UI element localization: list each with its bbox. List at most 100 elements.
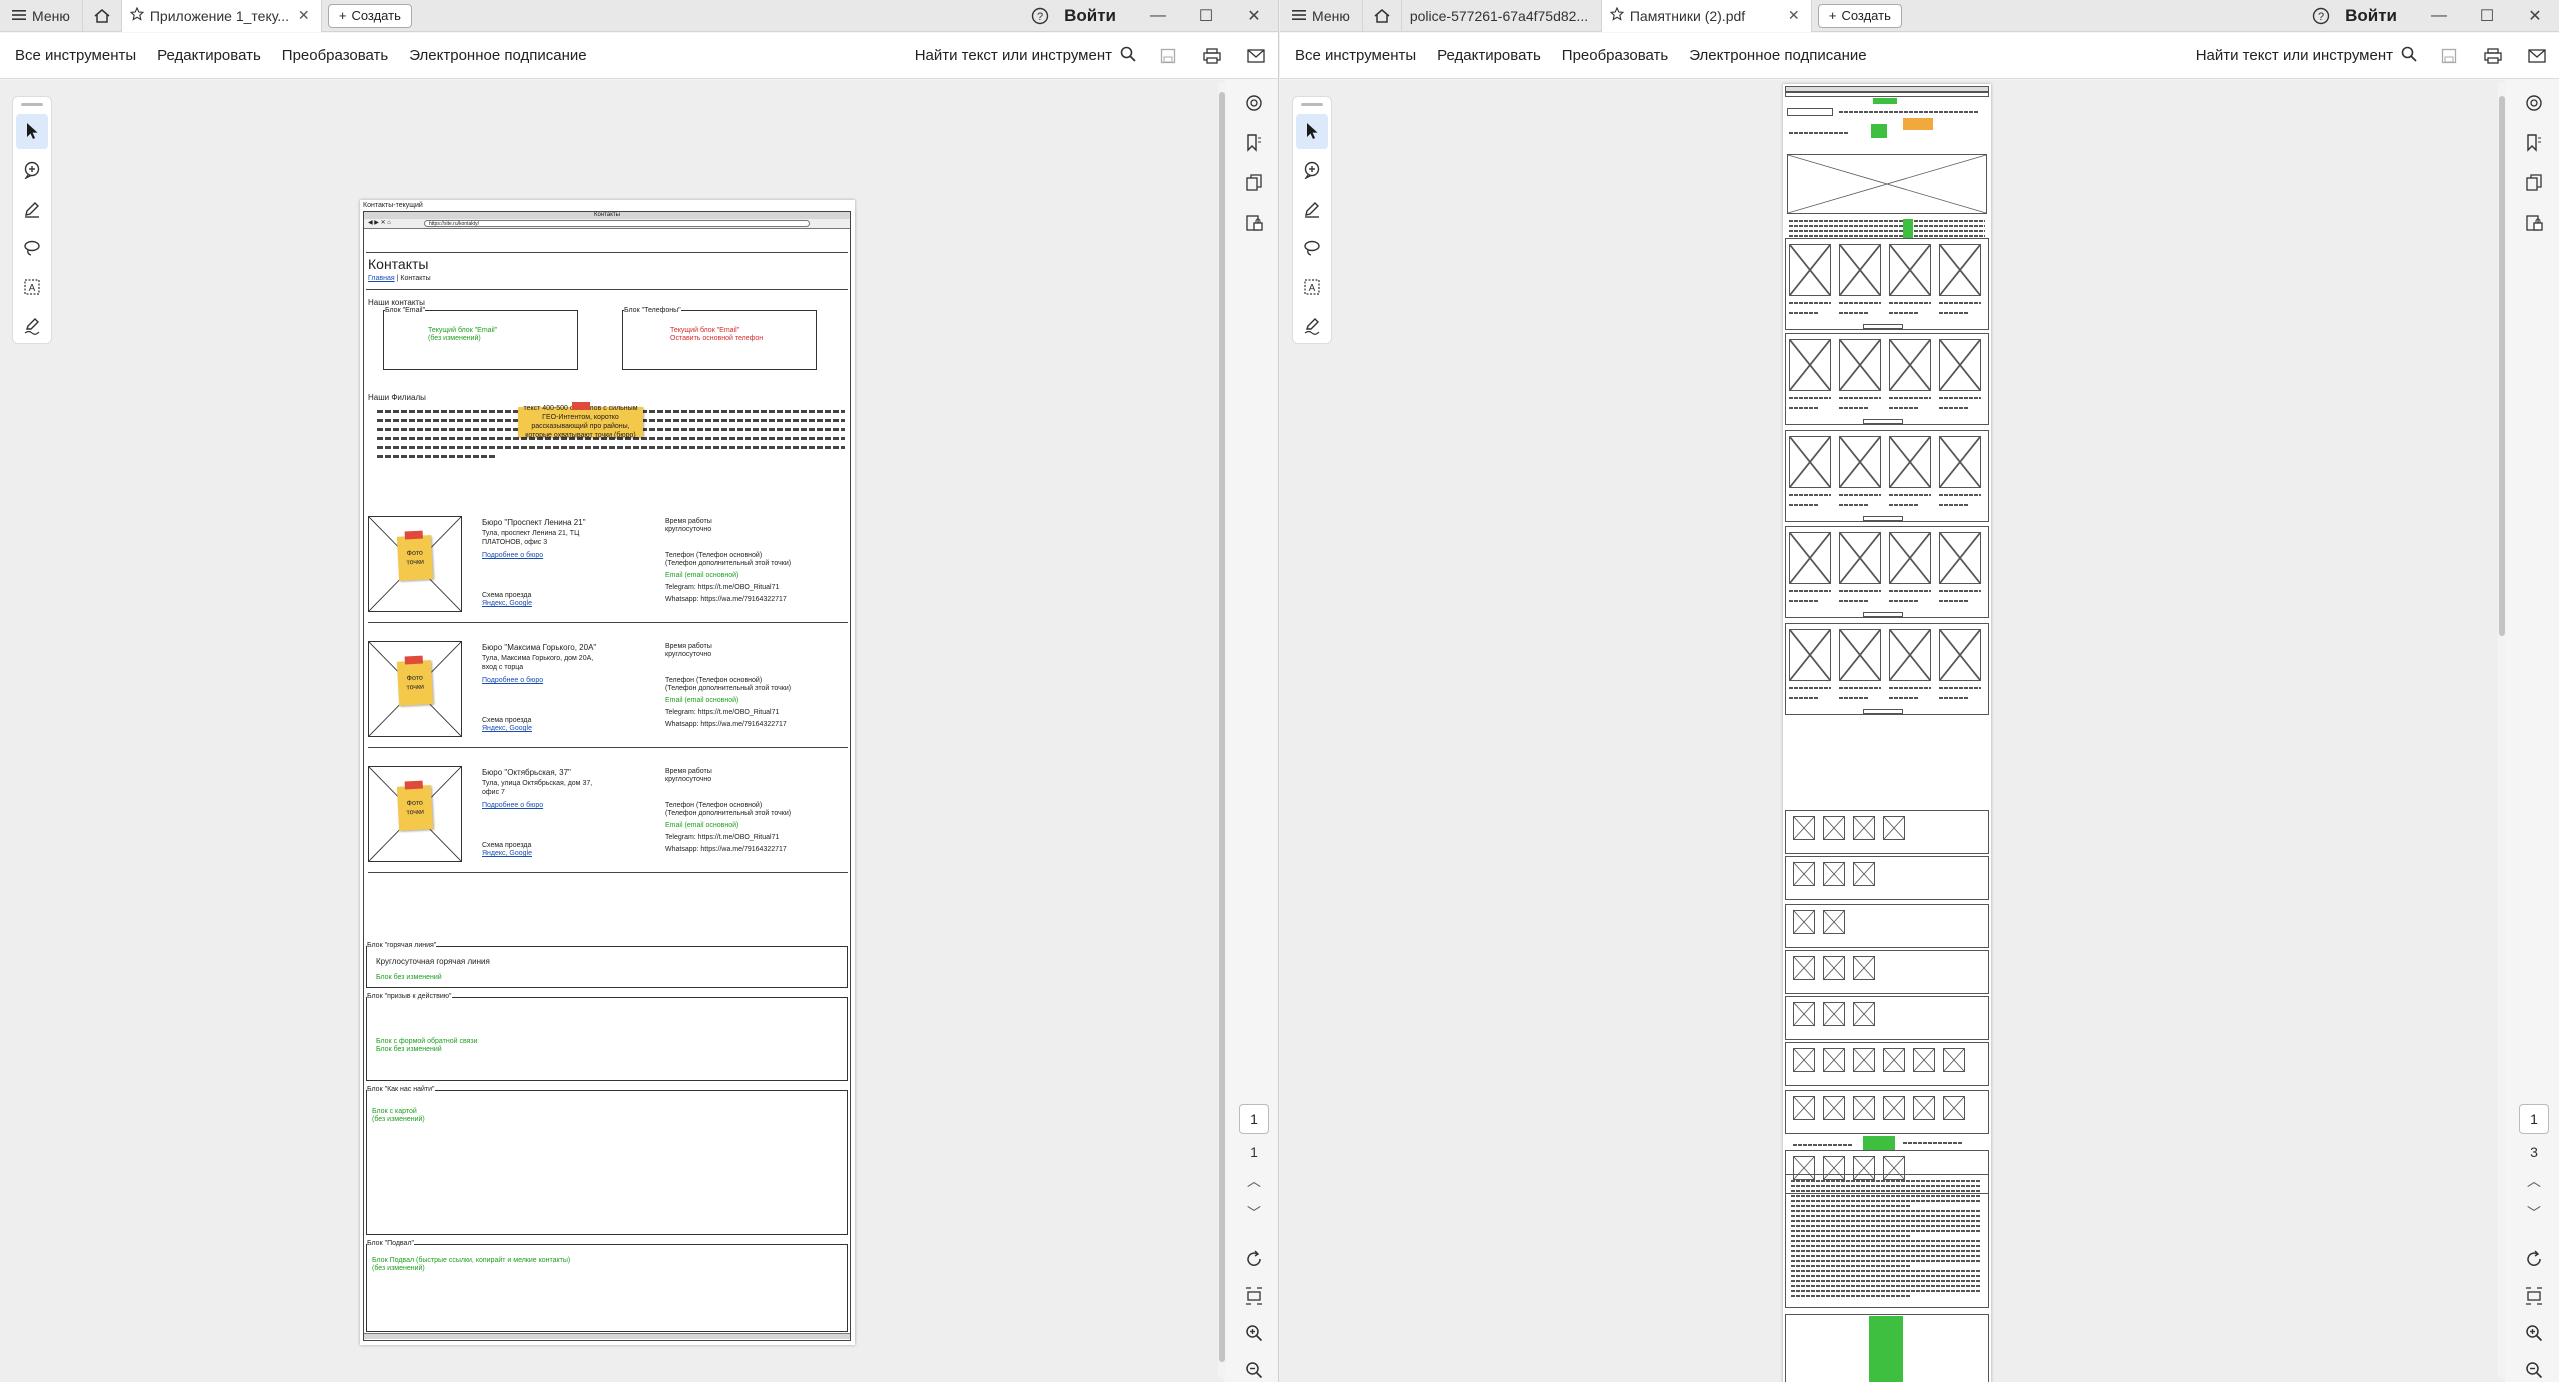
zoom-out-icon[interactable] [1245, 1361, 1263, 1382]
print-icon[interactable] [2471, 33, 2515, 79]
comment-add-icon[interactable] [16, 153, 48, 188]
save-icon[interactable] [2427, 33, 2471, 79]
find-tool-search[interactable]: Найти текст или инструмент [2186, 46, 2427, 66]
thumb-small-placeholder [1823, 1002, 1845, 1026]
protect-icon[interactable] [1240, 210, 1268, 236]
office-phone-extra: (Телефон дополнительный этой точки) [665, 560, 792, 567]
bookmarks-icon[interactable] [2520, 130, 2548, 156]
pages-thumbnails-icon[interactable] [2520, 170, 2548, 196]
esign-menu[interactable]: Электронное подписание [400, 47, 598, 64]
signin-button[interactable]: Войти [1058, 6, 1134, 26]
rotate-icon[interactable] [1245, 1250, 1263, 1273]
zoom-in-icon[interactable] [1245, 1324, 1263, 1347]
select-cursor-icon[interactable] [1296, 113, 1328, 149]
cta-text2: Блок без изменений [376, 1046, 442, 1053]
star-icon[interactable] [1609, 6, 1625, 24]
signin-button[interactable]: Войти [2339, 6, 2415, 26]
select-cursor-icon[interactable] [16, 113, 48, 149]
thumb-image-placeholder [1839, 339, 1881, 391]
text-select-icon[interactable]: A [1296, 269, 1328, 304]
scroll-thumb[interactable] [1219, 92, 1225, 1362]
document-canvas[interactable]: Контакты-текущий Контакты ◀ ▶ ✕ ⌂ https:… [0, 80, 1224, 1382]
save-icon[interactable] [1146, 33, 1190, 79]
photo-sticky-note: Фото точки [396, 655, 434, 706]
rotate-icon[interactable] [2525, 1250, 2543, 1273]
comments-panel-icon[interactable] [2520, 90, 2548, 116]
tab-document-active[interactable]: Приложение 1_теку... ✕ [121, 0, 322, 32]
all-tools-menu[interactable]: Все инструменты [0, 47, 148, 64]
photo-sticky-note: Фото точки [396, 780, 434, 831]
tab-document-inactive[interactable]: police-577261-67a4f75d82... [1402, 0, 1602, 32]
pages-thumbnails-icon[interactable] [1240, 170, 1268, 196]
minimize-icon[interactable]: — [2415, 0, 2463, 32]
create-button[interactable]: + Создать [327, 3, 412, 28]
draw-lasso-icon[interactable] [16, 230, 48, 265]
highlight-pen-icon[interactable] [16, 192, 48, 227]
prev-page-icon[interactable]: ︿ [2527, 1170, 2541, 1192]
help-icon[interactable]: ? [2303, 0, 2339, 32]
email-icon[interactable] [2515, 33, 2559, 79]
thumb-image-placeholder [1939, 532, 1981, 584]
draw-lasso-icon[interactable] [1296, 230, 1328, 265]
minimize-icon[interactable]: — [1134, 0, 1182, 32]
thumb-small-placeholder [1913, 1048, 1935, 1072]
scroll-thumb[interactable] [2499, 96, 2505, 636]
current-page-input[interactable]: 1 [1239, 1104, 1269, 1134]
create-label: Создать [351, 8, 401, 23]
vertical-scrollbar[interactable] [2498, 82, 2506, 1378]
edit-menu[interactable]: Редактировать [1428, 47, 1553, 64]
next-page-icon[interactable]: ﹀ [1247, 1202, 1261, 1224]
prev-page-icon[interactable]: ︿ [1247, 1170, 1261, 1192]
home-icon[interactable] [81, 0, 122, 32]
sign-pen-icon[interactable] [16, 308, 48, 343]
thumb-small-placeholder [1793, 956, 1815, 980]
bookmarks-icon[interactable] [1240, 130, 1268, 156]
main-toolbar: Все инструменты Редактировать Преобразов… [1280, 33, 2559, 79]
thumb-small-placeholder [1823, 816, 1845, 840]
esign-menu[interactable]: Электронное подписание [1680, 47, 1878, 64]
thumb-image-placeholder [1789, 244, 1831, 296]
close-window-icon[interactable]: ✕ [2511, 0, 2559, 32]
comment-add-icon[interactable] [1296, 153, 1328, 188]
convert-menu[interactable]: Преобразовать [1553, 47, 1680, 64]
thumb-small-placeholder [1853, 816, 1875, 840]
highlight-pen-icon[interactable] [1296, 192, 1328, 227]
next-page-icon[interactable]: ﹀ [2527, 1202, 2541, 1224]
office-name: Бюро "Октябрьская, 37" [482, 768, 571, 777]
create-button[interactable]: + Создать [1817, 3, 1902, 28]
protect-icon[interactable] [2520, 210, 2548, 236]
zoom-out-icon[interactable] [2525, 1361, 2543, 1382]
maximize-icon[interactable]: ☐ [2463, 0, 2511, 32]
email-icon[interactable] [1234, 33, 1278, 79]
help-icon[interactable]: ? [1022, 0, 1058, 32]
menu-button[interactable]: Меню [0, 0, 82, 32]
all-tools-menu[interactable]: Все инструменты [1280, 47, 1428, 64]
text-select-icon[interactable]: A [16, 269, 48, 304]
fit-page-icon[interactable] [2525, 1287, 2543, 1310]
close-tab-icon[interactable]: ✕ [296, 7, 312, 24]
close-tab-icon[interactable]: ✕ [1786, 7, 1802, 24]
close-window-icon[interactable]: ✕ [1230, 0, 1278, 32]
find-tool-search[interactable]: Найти текст или инструмент [905, 46, 1146, 66]
menu-button[interactable]: Меню [1280, 0, 1362, 32]
comments-panel-icon[interactable] [1240, 90, 1268, 116]
total-pages: 1 [1250, 1144, 1258, 1160]
star-icon[interactable] [129, 6, 145, 24]
hamburger-icon [12, 8, 26, 24]
home-icon[interactable] [1361, 0, 1402, 32]
document-canvas[interactable] [1280, 80, 2505, 1382]
hotline-label: Блок "горячая линия" [367, 942, 437, 951]
tab-document-active[interactable]: Памятники (2).pdf ✕ [1601, 0, 1812, 32]
print-icon[interactable] [1190, 33, 1234, 79]
breadcrumb: Главная | Контакты [368, 275, 431, 284]
vertical-scrollbar[interactable] [1218, 82, 1226, 1378]
maximize-icon[interactable]: ☐ [1182, 0, 1230, 32]
fit-page-icon[interactable] [1245, 1287, 1263, 1310]
thumb-small-placeholder [1853, 1096, 1875, 1120]
zoom-in-icon[interactable] [2525, 1324, 2543, 1347]
sign-pen-icon[interactable] [1296, 308, 1328, 343]
pdf-page: Контакты-текущий Контакты ◀ ▶ ✕ ⌂ https:… [360, 200, 855, 1345]
edit-menu[interactable]: Редактировать [148, 47, 273, 64]
convert-menu[interactable]: Преобразовать [273, 47, 400, 64]
current-page-input[interactable]: 1 [2519, 1104, 2549, 1134]
